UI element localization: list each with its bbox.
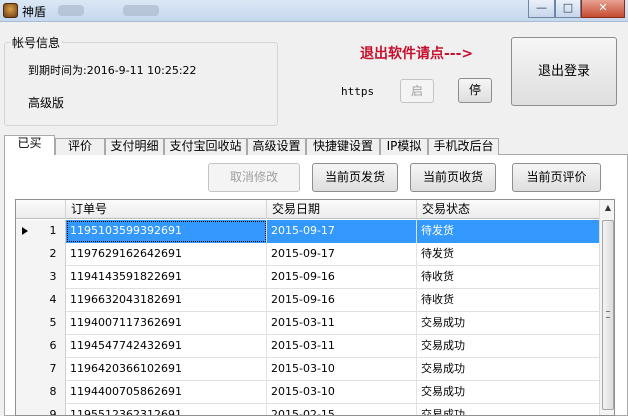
row-number: 1 [49,224,57,237]
trade-status-cell[interactable]: 交易成功 [417,404,599,415]
maximize-button[interactable]: □ [555,0,581,18]
minimize-icon: — [536,1,547,14]
table-row[interactable]: 3 1194143591822691 2015-09-16 待收货 [16,266,599,289]
expiry-label: 到期时间为: [28,64,87,77]
table-row[interactable]: 6 1194547742432691 2015-03-11 交易成功 [16,335,599,358]
order-number-cell[interactable]: 1194547742432691 [66,335,267,358]
protocol-label: https [341,85,375,98]
expiry-text: 到期时间为:2016-9-11 10:25:22 [28,62,197,78]
order-number-cell[interactable]: 1194007117362691 [66,312,267,335]
edition-label: 高级版 [28,96,65,110]
close-icon: ✕ [598,1,608,14]
row-number: 7 [49,362,57,375]
scroll-up-arrow-icon[interactable]: ▲ [600,200,614,216]
title-bar: 神盾 — □ ✕ [0,0,628,22]
trade-date-cell[interactable]: 2015-03-11 [267,335,417,358]
trade-date-cell[interactable]: 2015-09-17 [267,220,417,243]
cancel-edit-button[interactable]: 取消修改 [208,163,300,192]
column-header-status[interactable]: 交易状态 [417,200,599,219]
row-number: 4 [49,293,57,306]
row-number: 9 [49,408,57,416]
close-button[interactable]: ✕ [581,0,625,18]
trade-status-cell[interactable]: 交易成功 [417,358,599,381]
row-header[interactable]: 6 [16,335,66,358]
logout-button[interactable]: 退出登录 [511,37,617,106]
row-header-corner [16,200,66,219]
row-number: 2 [49,247,57,260]
tab-mobile-backend[interactable]: 手机改后台 [428,138,499,155]
row-header[interactable]: 5 [16,312,66,335]
tab-advanced-settings[interactable]: 高级设置 [247,138,306,155]
account-info-group [4,42,278,126]
order-number-cell[interactable]: 1195103599392691 [66,220,267,243]
table-row[interactable]: 4 1196632043182691 2015-09-16 待收货 [16,289,599,312]
blurred-title-fragment [123,5,159,16]
trade-status-cell[interactable]: 待发货 [417,220,599,243]
row-header[interactable]: 4 [16,289,66,312]
column-header-date[interactable]: 交易日期 [267,200,417,219]
window-title: 神盾 [22,5,47,19]
tab-alipay-recycle[interactable]: 支付宝回收站 [164,138,247,155]
trade-date-cell[interactable]: 2015-09-17 [267,243,417,266]
order-number-cell[interactable]: 1195512362312691 [66,404,267,415]
row-header[interactable]: 3 [16,266,66,289]
stop-button[interactable]: 停 [458,78,492,103]
row-number: 6 [49,339,57,352]
tab-hotkey-settings[interactable]: 快捷键设置 [306,138,380,155]
account-info-title: 帐号信息 [10,34,63,51]
trade-date-cell[interactable]: 2015-02-15 [267,404,417,415]
exit-hint: 退出软件请点---> [360,46,474,62]
tab-bought[interactable]: 已买 [4,135,55,155]
app-shield-icon [3,3,18,18]
table-row[interactable]: 8 1194400705862691 2015-03-10 交易成功 [16,381,599,404]
order-number-cell[interactable]: 1196420366102691 [66,358,267,381]
tab-reviews[interactable]: 评价 [55,138,105,155]
maximize-icon: □ [562,1,574,14]
order-number-cell[interactable]: 1197629162642691 [66,243,267,266]
table-row[interactable]: 9 1195512362312691 2015-02-15 交易成功 [16,404,599,416]
row-header[interactable]: 7 [16,358,66,381]
tab-ip-simulation[interactable]: IP模拟 [380,138,428,155]
trade-date-cell[interactable]: 2015-03-10 [267,381,417,404]
blurred-title-fragment [58,5,84,16]
row-number: 5 [49,316,57,329]
expiry-value: 2016-9-11 10:25:22 [86,64,197,77]
trade-status-cell[interactable]: 交易成功 [417,381,599,404]
trade-status-cell[interactable]: 交易成功 [417,312,599,335]
row-header[interactable]: 1 [16,220,66,243]
table-row[interactable]: 2 1197629162642691 2015-09-17 待发货 [16,243,599,266]
receive-current-page-button[interactable]: 当前页收货 [410,163,496,192]
trade-status-cell[interactable]: 待收货 [417,289,599,312]
order-number-cell[interactable]: 1194143591822691 [66,266,267,289]
minimize-button[interactable]: — [528,0,555,18]
table-row[interactable]: 1 1195103599392691 2015-09-17 待发货 [16,220,599,243]
start-button[interactable]: 启 [400,79,434,103]
current-row-arrow-icon [22,227,28,235]
row-number: 8 [49,385,57,398]
order-number-cell[interactable]: 1194400705862691 [66,381,267,404]
scroll-grip-icon [606,311,610,318]
column-header-order[interactable]: 订单号 [66,200,267,219]
trade-status-cell[interactable]: 待收货 [417,266,599,289]
scrollbar-thumb[interactable] [602,220,614,410]
trade-status-cell[interactable]: 交易成功 [417,335,599,358]
row-header[interactable]: 8 [16,381,66,404]
row-header[interactable]: 9 [16,404,66,416]
row-number: 3 [49,270,57,283]
orders-table[interactable]: 订单号 交易日期 交易状态 1 1195103599392691 2015-09… [15,199,615,416]
trade-date-cell[interactable]: 2015-03-11 [267,312,417,335]
trade-date-cell[interactable]: 2015-09-16 [267,266,417,289]
tab-payment-details[interactable]: 支付明细 [105,138,164,155]
table-row[interactable]: 5 1194007117362691 2015-03-11 交易成功 [16,312,599,335]
trade-date-cell[interactable]: 2015-09-16 [267,289,417,312]
trade-status-cell[interactable]: 待发货 [417,243,599,266]
ship-current-page-button[interactable]: 当前页发货 [312,163,398,192]
trade-date-cell[interactable]: 2015-03-10 [267,358,417,381]
row-header[interactable]: 2 [16,243,66,266]
vertical-scrollbar[interactable]: ▲ [599,200,614,415]
review-current-page-button[interactable]: 当前页评价 [512,163,601,192]
order-number-cell[interactable]: 1196632043182691 [66,289,267,312]
table-row[interactable]: 7 1196420366102691 2015-03-10 交易成功 [16,358,599,381]
table-header: 订单号 交易日期 交易状态 [16,200,599,219]
